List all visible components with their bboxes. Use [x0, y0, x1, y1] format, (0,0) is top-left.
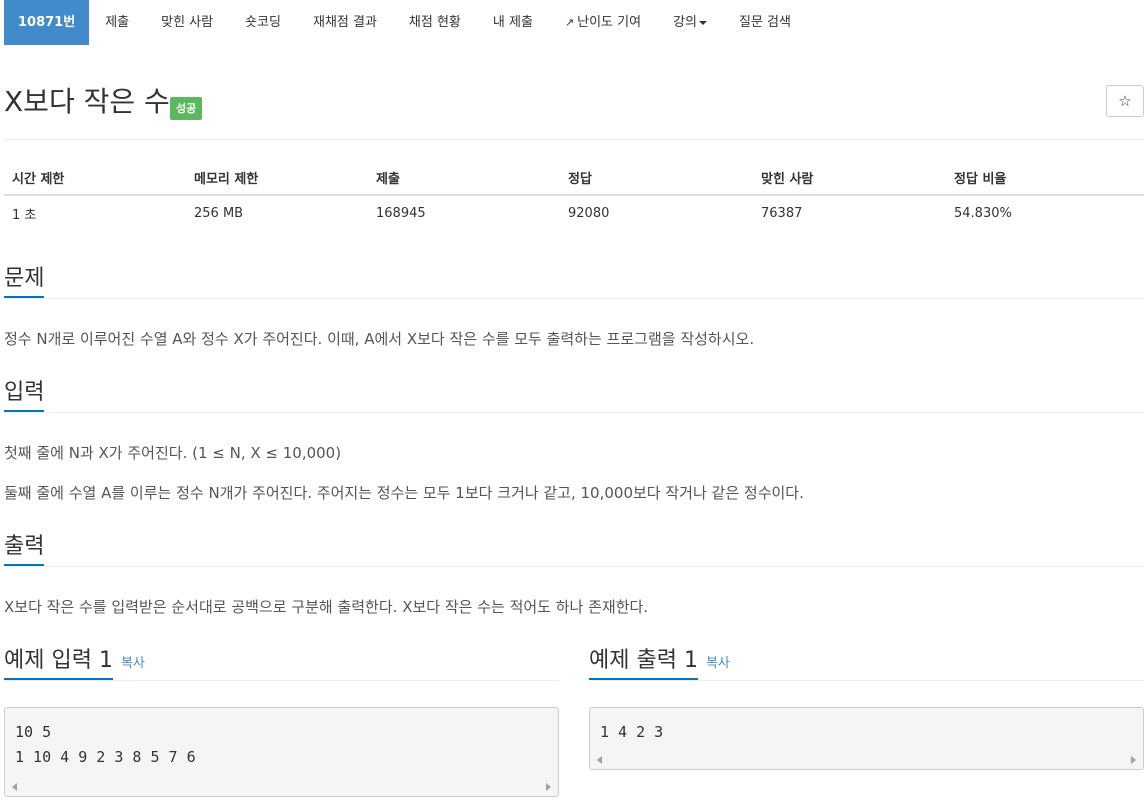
tab-problem-number[interactable]: 10871번 [4, 0, 90, 45]
table-cell: 168945 [376, 205, 426, 221]
output-description: X보다 작은 수를 입력받은 순서대로 공백으로 구분해 출력한다. X보다 작… [4, 598, 649, 616]
tab-solved-users[interactable]: 맞힌 사람 [145, 0, 229, 45]
sample-input-line: 10 5 [15, 723, 52, 741]
table-header: 메모리 제한 [186, 160, 368, 196]
star-icon: ☆ [1118, 92, 1132, 110]
sample-input-header: 예제 입력 1 복사 [4, 646, 559, 681]
table-header-row: 시간 제한 메모리 제한 제출 정답 맞힌 사람 정답 비율 [4, 160, 1144, 196]
sample-output-header: 예제 출력 1 복사 [589, 646, 1144, 681]
tab-lectures[interactable]: 강의 [657, 0, 723, 45]
sample-output-box: 1 4 2 3 [589, 707, 1144, 770]
tab-my-submissions[interactable]: 내 제출 [477, 0, 549, 45]
tab-submit[interactable]: 제출 [89, 0, 145, 45]
problem-info-table: 시간 제한 메모리 제한 제출 정답 맞힌 사람 정답 비율 1 초 256 M… [4, 160, 1144, 230]
problem-section-header: 문제 [4, 264, 1144, 299]
scroll-right-icon[interactable] [1131, 756, 1136, 764]
tab-difficulty-contribution[interactable]: ↗ 난이도 기여 [549, 0, 657, 45]
sample-input-heading: 예제 입력 1 [4, 646, 113, 680]
tab-question-search[interactable]: 질문 검색 [723, 0, 807, 45]
table-header: 시간 제한 [4, 160, 186, 196]
table-header: 맞힌 사람 [753, 160, 946, 196]
problem-heading: 문제 [4, 264, 45, 298]
table-cell: 1 초 [12, 207, 37, 223]
favorite-star-button[interactable]: ☆ [1106, 85, 1144, 117]
sample-output-heading: 예제 출력 1 [589, 646, 698, 680]
title-row: X보다 작은 수 성공 ☆ [4, 84, 1144, 140]
tab-lectures-label: 강의 [673, 15, 697, 30]
tab-difficulty-label: 난이도 기여 [577, 15, 642, 30]
status-badge: 성공 [170, 97, 203, 120]
input-heading: 입력 [4, 378, 45, 412]
sample-input-line: 1 10 4 9 2 3 8 5 7 6 [15, 748, 196, 766]
output-section-header: 출력 [4, 532, 1144, 567]
horizontal-scrollbar[interactable] [590, 751, 1143, 769]
table-header: 제출 [368, 160, 560, 196]
table-row: 1 초 256 MB 168945 92080 76387 54.830% [4, 195, 1144, 230]
copy-sample-output-button[interactable]: 복사 [706, 656, 730, 671]
input-description-line: 둘째 줄에 수열 A를 이루는 정수 N개가 주어진다. 주어지는 정수는 모두… [4, 484, 804, 502]
scroll-left-icon[interactable] [597, 756, 602, 764]
scroll-left-icon[interactable] [12, 783, 17, 791]
tab-rejudge-results[interactable]: 재채점 결과 [297, 0, 393, 45]
scroll-right-icon[interactable] [546, 783, 551, 791]
tab-judge-status[interactable]: 채점 현황 [393, 0, 477, 45]
horizontal-scrollbar[interactable] [5, 778, 558, 796]
copy-sample-input-button[interactable]: 복사 [121, 656, 145, 671]
table-cell: 256 MB [194, 205, 244, 221]
input-description-line: 첫째 줄에 N과 X가 주어진다. (1 ≤ N, X ≤ 10,000) [4, 444, 342, 462]
input-section-header: 입력 [4, 378, 1144, 413]
table-cell: 54.830% [954, 205, 1012, 221]
caret-down-icon [699, 20, 707, 25]
output-heading: 출력 [4, 532, 45, 566]
sample-input-code: 10 5 1 10 4 9 2 3 8 5 7 6 [5, 708, 558, 770]
sample-input-box: 10 5 1 10 4 9 2 3 8 5 7 6 [4, 707, 559, 797]
table-cell: 76387 [761, 205, 803, 221]
problem-description: 정수 N개로 이루어진 수열 A와 정수 X가 주어진다. 이때, A에서 X보… [4, 330, 755, 348]
sample-output-code: 1 4 2 3 [590, 708, 1143, 745]
sample-output-line: 1 4 2 3 [600, 723, 664, 741]
table-cell: 92080 [568, 205, 610, 221]
table-header: 정답 비율 [946, 160, 1144, 196]
problem-menu: 10871번 제출 맞힌 사람 숏코딩 재채점 결과 채점 현황 내 제출 ↗ 난… [4, 0, 807, 45]
table-header: 정답 [560, 160, 753, 196]
tab-short-coding[interactable]: 숏코딩 [229, 0, 297, 45]
external-link-icon: ↗ [564, 16, 575, 29]
page-title: X보다 작은 수 [4, 85, 170, 118]
